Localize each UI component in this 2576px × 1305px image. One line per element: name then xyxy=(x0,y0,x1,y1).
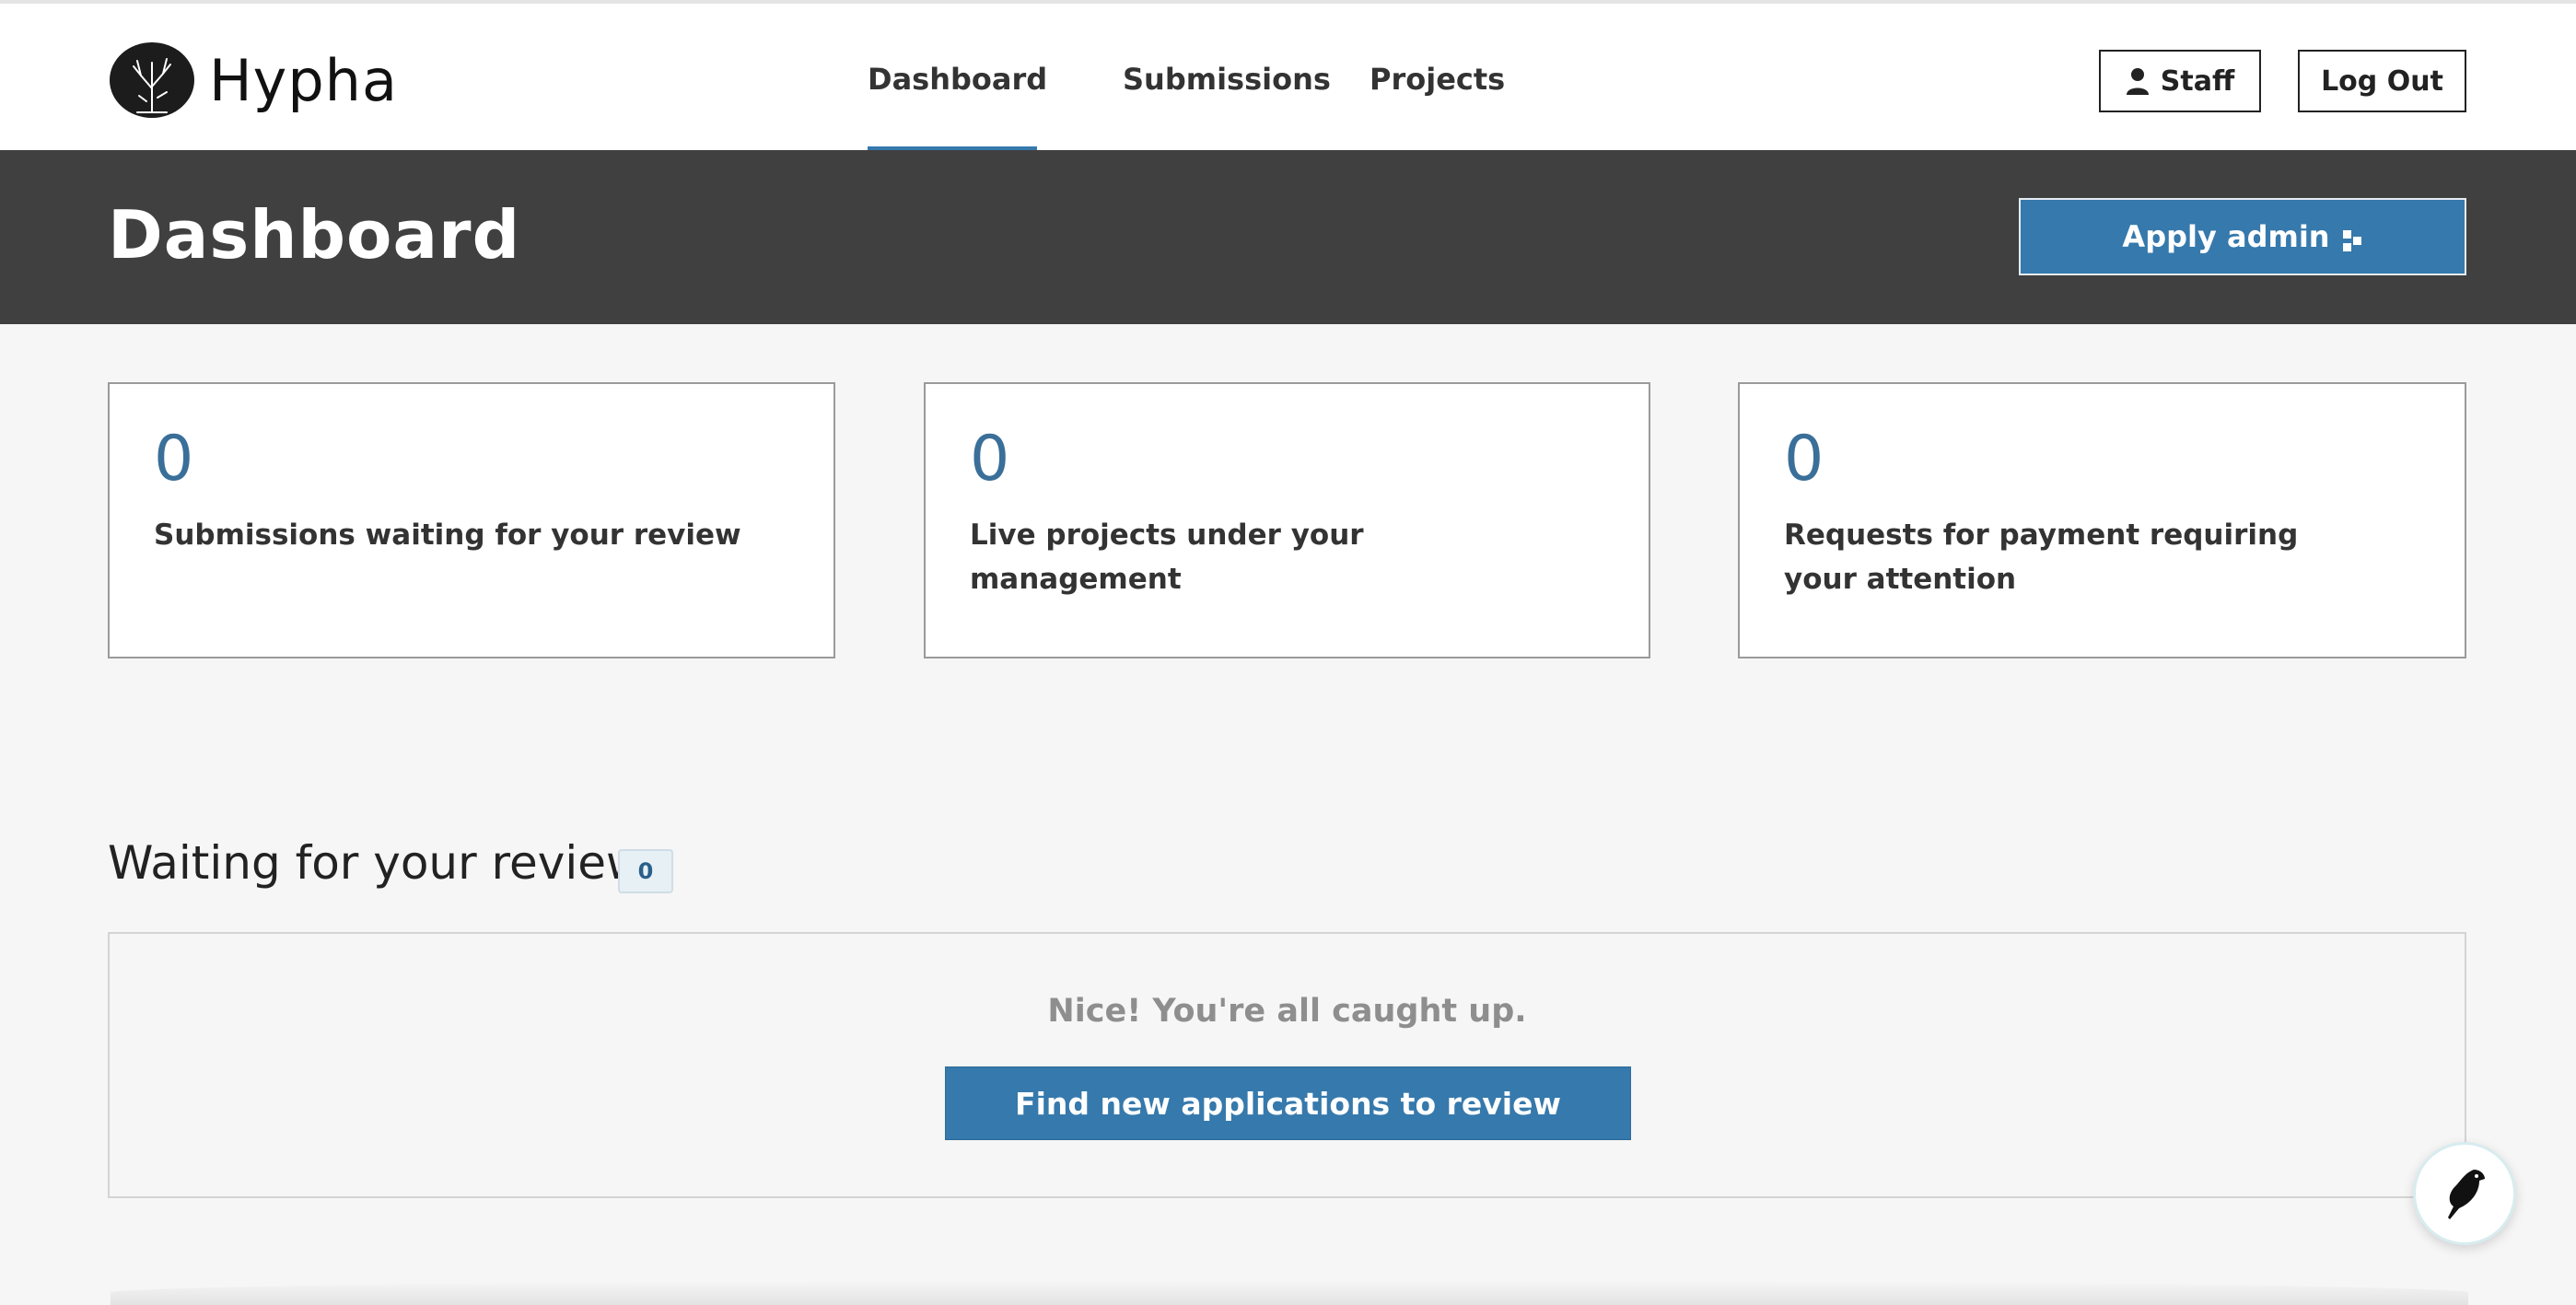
find-applications-button[interactable]: Find new applications to review xyxy=(945,1066,1631,1140)
nav-item-dashboard[interactable]: Dashboard xyxy=(868,4,1047,155)
top-navigation-bar: Hypha Dashboard Submissions Projects Sta… xyxy=(0,0,2576,155)
page-title: Dashboard xyxy=(108,196,521,274)
staff-button-label: Staff xyxy=(2160,64,2235,98)
stat-label: Requests for payment requiring your atte… xyxy=(1784,519,2299,596)
primary-navigation: Dashboard Submissions Projects xyxy=(868,4,1505,155)
logout-button[interactable]: Log Out xyxy=(2298,50,2466,112)
stat-label: Submissions waiting for your review xyxy=(154,519,741,552)
wagtail-bird-icon xyxy=(2448,1170,2485,1219)
nav-item-projects[interactable]: Projects xyxy=(1370,4,1505,154)
stat-label: Live projects under your management xyxy=(970,519,1364,596)
hypha-logo[interactable]: Hypha xyxy=(110,41,398,120)
stat-count: 0 xyxy=(1784,423,1824,495)
staff-button[interactable]: Staff xyxy=(2099,50,2261,112)
person-icon xyxy=(2126,67,2150,95)
apply-admin-icon xyxy=(2342,225,2363,251)
wagtail-userbar-button[interactable] xyxy=(2413,1142,2516,1245)
review-empty-state: Nice! You're all caught up. Find new app… xyxy=(108,932,2466,1198)
stat-card-projects[interactable]: 0 Live projects under your management xyxy=(924,382,1650,658)
stat-count: 0 xyxy=(970,423,1010,495)
section-title-waiting-review: Waiting for your review xyxy=(108,836,644,890)
stat-card-submissions[interactable]: 0 Submissions waiting for your review xyxy=(108,382,835,658)
review-count-badge: 0 xyxy=(618,849,673,893)
empty-state-message: Nice! You're all caught up. xyxy=(1047,993,1527,1030)
apply-admin-label: Apply admin xyxy=(2122,219,2330,254)
stat-card-payment-requests[interactable]: 0 Requests for payment requiring your at… xyxy=(1738,382,2466,658)
page-header: Dashboard Apply admin xyxy=(0,150,2576,324)
bottom-shadow xyxy=(111,1280,2468,1305)
logo-text: Hypha xyxy=(209,46,398,114)
stat-count: 0 xyxy=(154,423,194,495)
apply-admin-button[interactable]: Apply admin xyxy=(2019,198,2466,275)
hypha-logo-icon xyxy=(110,42,194,118)
nav-item-submissions[interactable]: Submissions xyxy=(1123,4,1331,154)
